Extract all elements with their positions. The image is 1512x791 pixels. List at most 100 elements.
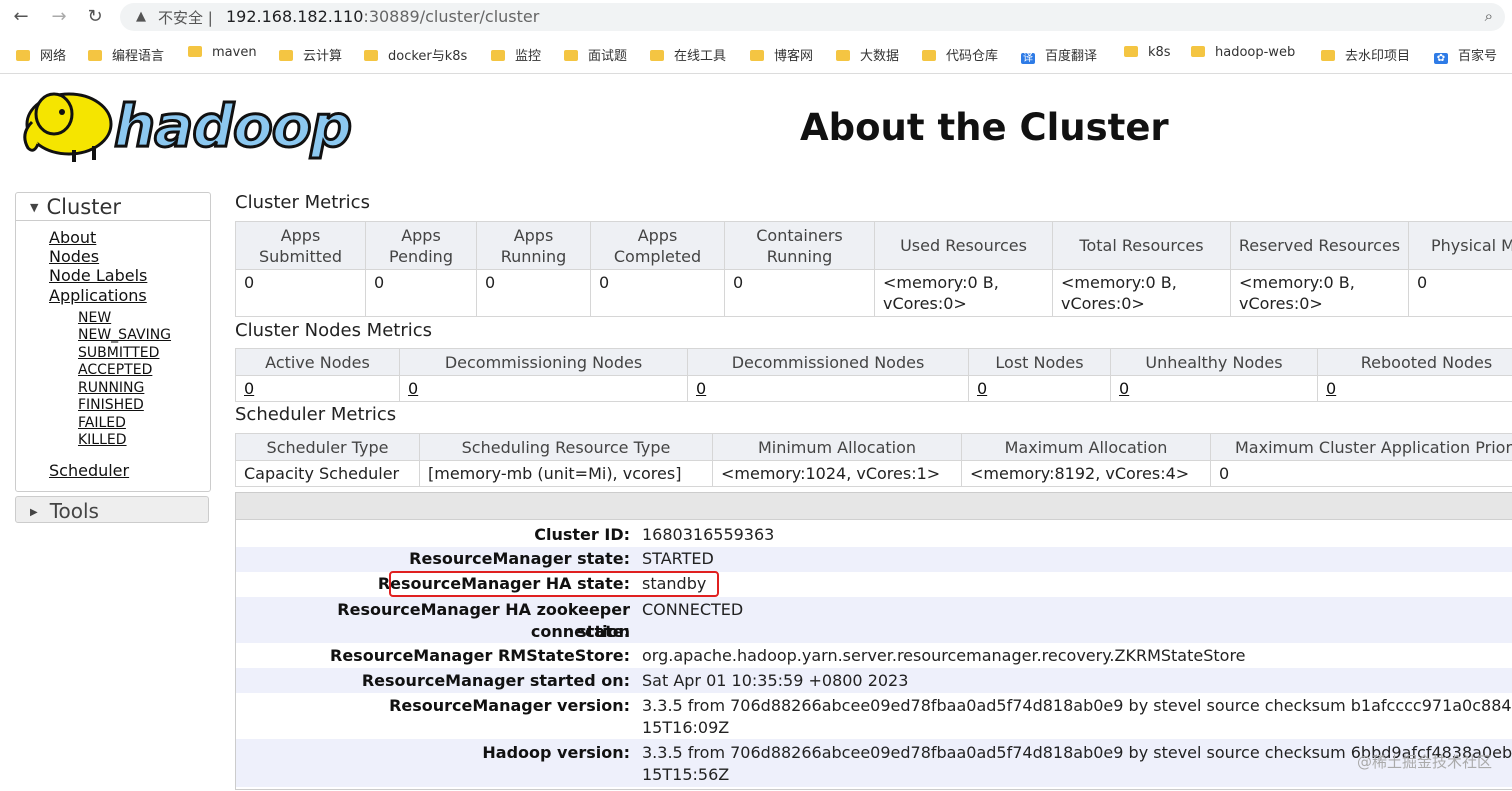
hadoop-logo: hadoop (14, 84, 359, 164)
sidebar-link-about[interactable]: About (49, 228, 96, 247)
table-header[interactable]: Containers Running (724, 221, 875, 270)
table-cell: 0 (235, 269, 366, 317)
folder-icon (88, 50, 102, 61)
table-header[interactable]: Decommissioned Nodes (687, 348, 969, 376)
sidebar-app-failed[interactable]: FAILED (78, 415, 126, 431)
info-value: CONNECTED (642, 600, 744, 619)
warning-icon: ▲ (136, 9, 146, 24)
bookmark-item[interactable]: 代码仓库 (922, 45, 998, 64)
table-header[interactable]: Used Resources (874, 221, 1053, 270)
bookmark-item[interactable]: maven (188, 45, 257, 60)
info-value: 1680316559363 (642, 525, 775, 544)
unhealthy-nodes-link[interactable]: 0 (1110, 375, 1318, 402)
search-icon[interactable]: ⌕ (1485, 7, 1493, 25)
back-arrow-icon[interactable]: ← (10, 6, 32, 28)
table-header[interactable]: Decommissioning Nodes (399, 348, 688, 376)
table-header[interactable]: Active Nodes (235, 348, 400, 376)
bookmark-item[interactable]: docker与k8s (364, 45, 467, 64)
sidebar-link-applications[interactable]: Applications (49, 286, 147, 305)
sidebar-app-new-saving[interactable]: NEW_SAVING (78, 327, 171, 343)
table-cell: 0 (365, 269, 477, 317)
folder-icon (188, 46, 202, 57)
bookmark-item[interactable]: 云计算 (279, 45, 342, 64)
bookmarks-bar: 网络 编程语言 maven 云计算 docker与k8s 监控 面试题 在线工具… (0, 40, 1512, 68)
watermark: @稀土掘金技术社区 (1356, 753, 1492, 771)
table-header[interactable]: Apps Pending (365, 221, 477, 270)
bookmark-item[interactable]: 译百度翻译 (1021, 45, 1097, 64)
translate-icon: 译 (1021, 53, 1035, 64)
info-value: Sat Apr 01 10:35:59 +0800 2023 (642, 671, 909, 690)
bookmark-item[interactable]: 监控 (491, 45, 541, 64)
forward-arrow-icon[interactable]: → (48, 6, 70, 28)
scheduler-metrics-title: Scheduler Metrics (235, 404, 397, 425)
info-label: Hadoop version: (482, 743, 630, 762)
address-bar[interactable]: ▲ 不安全 | 192.168.182.110:30889/cluster/cl… (120, 3, 1505, 31)
table-header[interactable]: Apps Running (476, 221, 591, 270)
sidebar-app-new[interactable]: NEW (78, 310, 111, 326)
bookmark-item[interactable]: ✿ 百家号 (1434, 45, 1497, 64)
table-cell: Capacity Scheduler (235, 460, 420, 487)
sidebar-link-scheduler[interactable]: Scheduler (49, 461, 129, 480)
table-cell: <memory:0 B, vCores:0> (1052, 269, 1231, 317)
sidebar-app-running[interactable]: RUNNING (78, 380, 144, 396)
info-value: 3.3.5 from 706d88266abcee09ed78fbaa0ad5f… (642, 696, 1512, 715)
sidebar-app-finished[interactable]: FINISHED (78, 397, 144, 413)
folder-icon (491, 50, 505, 61)
sidebar-cluster-header[interactable]: ▼ Cluster (16, 193, 210, 221)
bookmark-item[interactable]: hadoop-web (1191, 45, 1295, 60)
table-header-row: Active Nodes Decommissioning Nodes Decom… (235, 348, 1512, 376)
bookmark-item[interactable]: 编程语言 (88, 45, 164, 64)
sidebar-tools-header[interactable]: ▶ Tools (15, 496, 209, 523)
rebooted-nodes-link[interactable]: 0 (1317, 375, 1512, 402)
folder-icon (836, 50, 850, 61)
table-header[interactable]: Lost Nodes (968, 348, 1111, 376)
table-cell: [memory-mb (unit=Mi), vcores] (419, 460, 713, 487)
folder-icon (16, 50, 30, 61)
bookmark-item[interactable]: 面试题 (564, 45, 627, 64)
bookmark-item[interactable]: 网络 (16, 45, 66, 64)
bookmark-item[interactable]: 大数据 (836, 45, 899, 64)
browser-chrome: ← → ↻ ▲ 不安全 | 192.168.182.110:30889/clus… (0, 0, 1512, 74)
reload-icon[interactable]: ↻ (84, 6, 106, 28)
sidebar-app-submitted[interactable]: SUBMITTED (78, 345, 159, 361)
elephant-icon (23, 92, 113, 162)
info-label: ResourceManager RMStateStore: (330, 646, 630, 665)
cluster-metrics-table: Apps Submitted Apps Pending Apps Running… (235, 221, 1512, 317)
decommissioning-nodes-link[interactable]: 0 (399, 375, 688, 402)
table-header[interactable]: Physical Mem Used % (1408, 221, 1512, 270)
info-row: ResourceManager state: STARTED (236, 547, 1512, 572)
table-header[interactable]: Minimum Allocation (712, 433, 962, 461)
table-header[interactable]: Unhealthy Nodes (1110, 348, 1318, 376)
bookmark-item[interactable]: 博客网 (750, 45, 813, 64)
table-header[interactable]: Rebooted Nodes (1317, 348, 1512, 376)
bookmark-item[interactable]: k8s (1124, 45, 1171, 60)
table-header[interactable]: Total Resources (1052, 221, 1231, 270)
info-row: Hadoop version: 3.3.5 from 706d88266abce… (236, 739, 1512, 787)
table-header[interactable]: Reserved Resources (1230, 221, 1409, 270)
table-header[interactable]: Apps Submitted (235, 221, 366, 270)
table-header[interactable]: Scheduling Resource Type (419, 433, 713, 461)
table-header-row: Scheduler Type Scheduling Resource Type … (235, 433, 1512, 461)
table-cell: <memory:8192, vCores:4> (961, 460, 1211, 487)
page-title: About the Cluster (800, 106, 1169, 149)
decommissioned-nodes-link[interactable]: 0 (687, 375, 969, 402)
table-header[interactable]: Apps Completed (590, 221, 725, 270)
sidebar-link-nodes[interactable]: Nodes (49, 247, 99, 266)
info-label: ResourceManager started on: (361, 671, 630, 690)
table-cell: <memory:0 B, vCores:0> (1230, 269, 1409, 317)
sidebar-app-killed[interactable]: KILLED (78, 432, 127, 448)
table-cell: <memory:1024, vCores:1> (712, 460, 962, 487)
bookmark-item[interactable]: 去水印项目 (1321, 45, 1410, 64)
sidebar-link-node-labels[interactable]: Node Labels (49, 266, 147, 285)
info-label-cont: state: (577, 622, 630, 641)
table-header[interactable]: Maximum Cluster Application Priority (1210, 433, 1512, 461)
table-cell: 0 (590, 269, 725, 317)
chrome-divider (0, 73, 1512, 74)
table-header[interactable]: Scheduler Type (235, 433, 420, 461)
sidebar-app-accepted[interactable]: ACCEPTED (78, 362, 152, 378)
active-nodes-link[interactable]: 0 (235, 375, 400, 402)
table-header[interactable]: Maximum Allocation (961, 433, 1211, 461)
lost-nodes-link[interactable]: 0 (968, 375, 1111, 402)
info-row: ResourceManager HA zookeeper connection … (236, 597, 1512, 643)
bookmark-item[interactable]: 在线工具 (650, 45, 726, 64)
